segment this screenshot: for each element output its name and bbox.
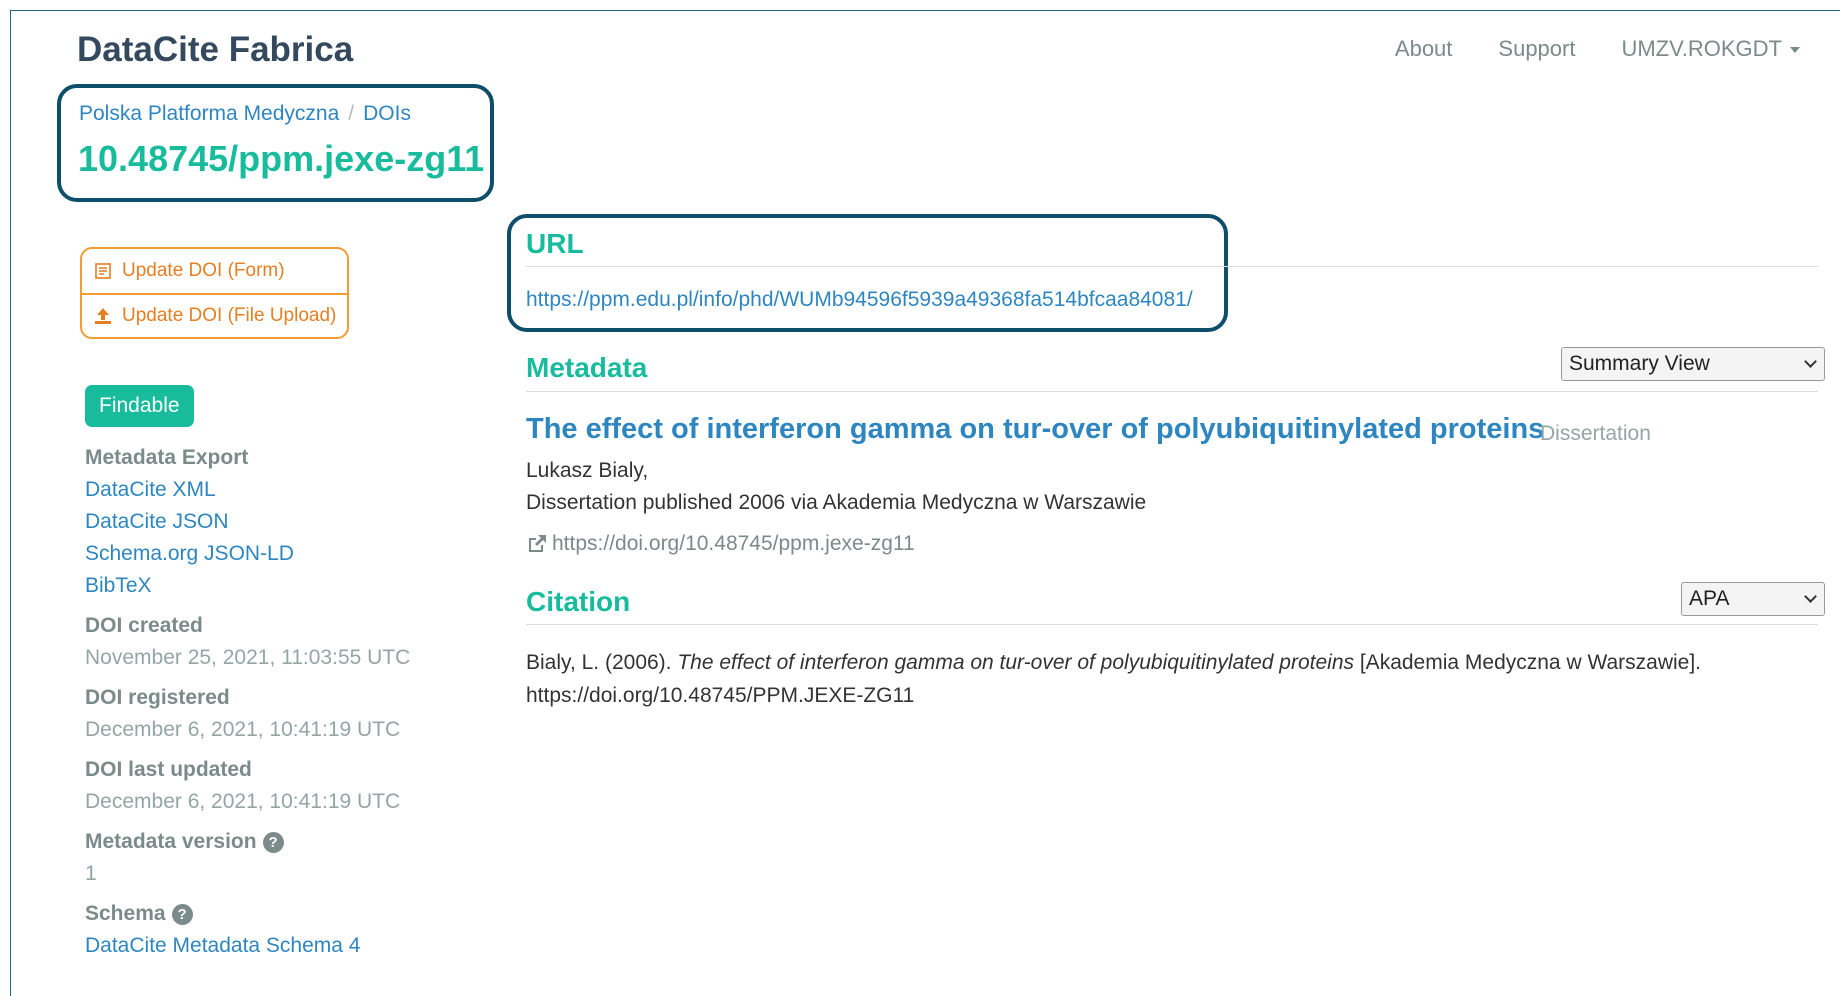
doi-registered-label: DOI registered xyxy=(85,686,230,709)
doi-url-text: https://doi.org/10.48745/ppm.jexe-zg11 xyxy=(552,532,915,555)
form-icon xyxy=(95,263,111,279)
upload-icon xyxy=(95,308,111,324)
update-doi-file-button[interactable]: Update DOI (File Upload) xyxy=(82,293,347,337)
landing-page-url[interactable]: https://ppm.edu.pl/info/phd/WUMb94596f59… xyxy=(526,288,1193,312)
breadcrumb-provider[interactable]: Polska Platforma Medyczna xyxy=(79,102,339,125)
work-title[interactable]: The effect of interferon gamma on tur-ov… xyxy=(526,413,1544,446)
chevron-down-icon xyxy=(1804,355,1817,368)
update-doi-file-label: Update DOI (File Upload) xyxy=(122,305,337,326)
nav-about[interactable]: About xyxy=(1395,36,1453,62)
status-badge: Findable xyxy=(85,385,194,427)
export-datacite-json[interactable]: DataCite JSON xyxy=(85,510,465,534)
metadata-view-value: Summary View xyxy=(1569,352,1710,375)
metadata-version-value: 1 xyxy=(85,862,97,885)
creator-name: Lukasz Bialy, xyxy=(526,459,649,482)
breadcrumb-dois[interactable]: DOIs xyxy=(363,102,411,125)
page-title: 10.48745/ppm.jexe-zg11 xyxy=(78,138,485,179)
metadata-heading: Metadata xyxy=(526,352,648,383)
nav-support[interactable]: Support xyxy=(1498,36,1575,62)
citation-text: Bialy, L. (2006). The effect of interfer… xyxy=(526,646,1816,712)
update-doi-form-label: Update DOI (Form) xyxy=(122,260,285,281)
sidebar: Metadata Export DataCite XML DataCite JS… xyxy=(85,446,465,958)
metadata-view-select[interactable]: Summary View xyxy=(1561,347,1825,381)
highlight-box-url xyxy=(507,214,1228,332)
schema-row: Schema? xyxy=(85,902,465,926)
citation-title: The effect of interferon gamma on tur-ov… xyxy=(677,651,1355,674)
publication-info: Dissertation published 2006 via Akademia… xyxy=(526,491,1147,514)
doi-created-value: November 25, 2021, 11:03:55 UTC xyxy=(85,646,411,669)
metadata-version-label: Metadata version xyxy=(85,830,257,853)
caret-down-icon xyxy=(1790,47,1800,54)
resource-type: Dissertation xyxy=(1540,422,1651,445)
citation-divider xyxy=(526,624,1818,625)
doi-updated-label: DOI last updated xyxy=(85,758,252,781)
update-button-group: Update DOI (Form) Update DOI (File Uploa… xyxy=(80,247,349,339)
citation-style-select[interactable]: APA xyxy=(1681,582,1825,616)
citation-suffix: [Akademia Medyczna w Warszawie]. xyxy=(1354,651,1702,674)
metadata-divider xyxy=(526,391,1818,392)
nav-user-menu[interactable]: UMZV.ROKGDT xyxy=(1621,36,1800,62)
doi-registered-value: December 6, 2021, 10:41:19 UTC xyxy=(85,718,401,741)
export-datacite-xml[interactable]: DataCite XML xyxy=(85,478,465,502)
metadata-version-row: Metadata version? xyxy=(85,830,465,854)
citation-heading: Citation xyxy=(526,586,631,617)
citation-doi: https://doi.org/10.48745/PPM.JEXE-ZG11 xyxy=(526,684,915,707)
chevron-down-icon xyxy=(1804,590,1817,603)
doi-updated-value: December 6, 2021, 10:41:19 UTC xyxy=(85,790,401,813)
brand-title[interactable]: DataCite Fabrica xyxy=(77,30,353,70)
export-schema-org[interactable]: Schema.org JSON-LD xyxy=(85,542,465,566)
url-heading: URL xyxy=(526,228,584,259)
update-doi-form-button[interactable]: Update DOI (Form) xyxy=(82,249,347,293)
citation-style-value: APA xyxy=(1689,587,1730,610)
question-icon[interactable]: ? xyxy=(171,903,193,925)
metadata-export-label: Metadata Export xyxy=(85,446,249,469)
external-link-icon xyxy=(529,535,546,552)
nav-user-label: UMZV.ROKGDT xyxy=(1621,36,1782,61)
schema-label: Schema xyxy=(85,902,166,925)
citation-prefix: Bialy, L. (2006). xyxy=(526,651,678,674)
export-bibtex[interactable]: BibTeX xyxy=(85,574,465,598)
doi-created-label: DOI created xyxy=(85,614,203,637)
url-divider xyxy=(526,266,1818,267)
top-nav: About Support UMZV.ROKGDT xyxy=(1395,36,1800,62)
schema-link[interactable]: DataCite Metadata Schema 4 xyxy=(85,934,465,958)
breadcrumb: Polska Platforma Medyczna / DOIs xyxy=(79,102,411,125)
doi-external-link[interactable]: https://doi.org/10.48745/ppm.jexe-zg11 xyxy=(526,532,915,556)
question-icon[interactable]: ? xyxy=(262,831,284,853)
